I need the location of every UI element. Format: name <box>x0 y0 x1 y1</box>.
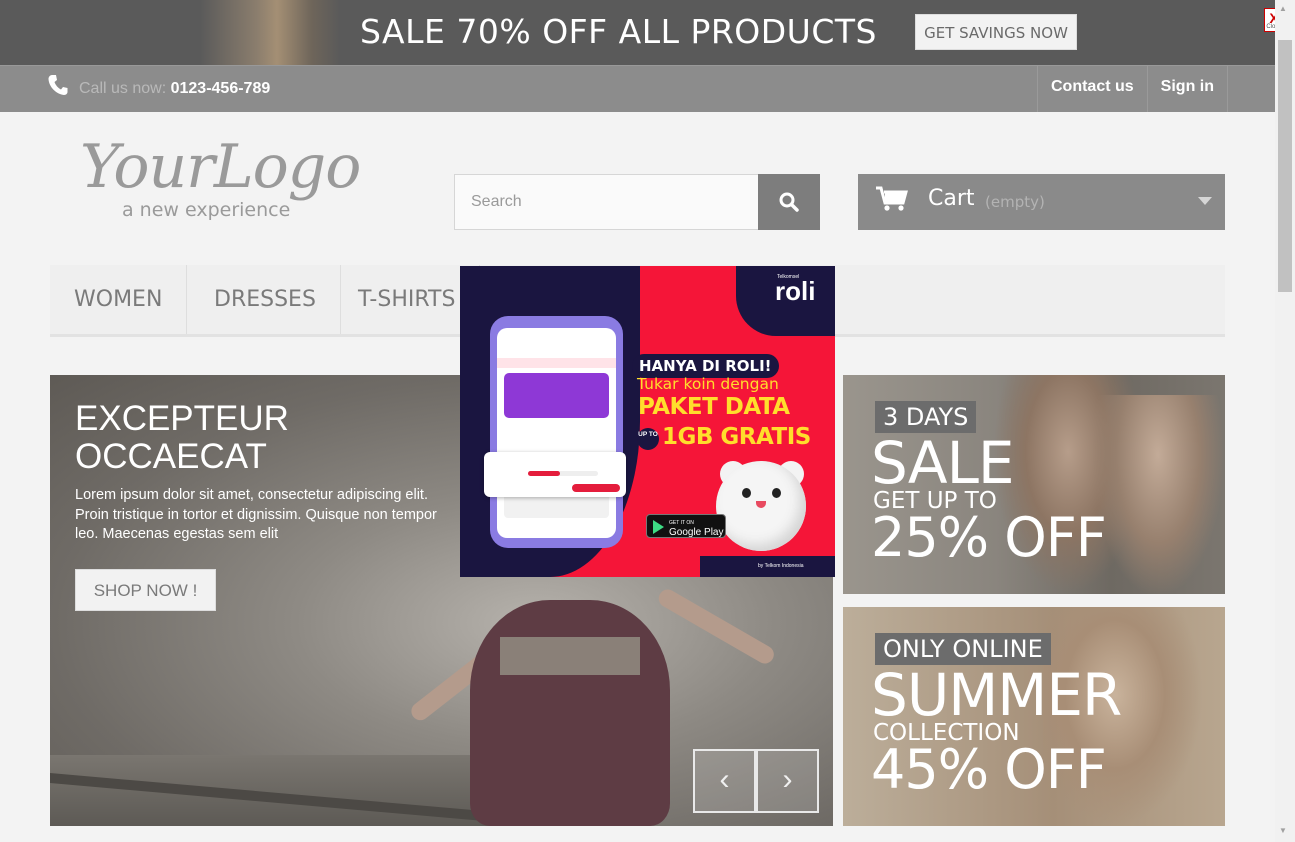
phone-icon <box>48 74 68 102</box>
call-prefix: Call us now: <box>79 80 167 97</box>
notification-progress-fill <box>528 471 560 476</box>
phone-screen <box>497 328 616 538</box>
screen-tabs <box>497 358 616 368</box>
shop-now-button[interactable]: SHOP NOW ! <box>75 569 216 611</box>
google-play-icon <box>653 520 664 534</box>
cart-icon <box>876 186 908 217</box>
store-name: Google Play <box>669 527 724 538</box>
promo-bar: SALE 70% OFF ALL PRODUCTS GET SAVINGS NO… <box>0 0 1275 65</box>
popup-line3: PAKET DATA <box>638 394 790 420</box>
menu-item-women[interactable]: WOMEN <box>50 265 188 334</box>
scrollbar-thumb[interactable] <box>1278 40 1292 292</box>
cart-status: (empty) <box>985 193 1045 211</box>
slider-text: Lorem ipsum dolor sit amet, consectetur … <box>75 487 437 542</box>
slider-title: EXCEPTEUR OCCAECAT <box>75 399 289 476</box>
popup-ad[interactable]: Telkomsel roli HANYA DI ROLI! Tukar koin… <box>460 266 835 577</box>
nav-links: Contact us Sign in <box>1037 65 1228 112</box>
notification-button <box>572 484 620 492</box>
search-button[interactable] <box>758 174 820 230</box>
promo-text: SALE 70% OFF ALL PRODUCTS <box>360 12 877 51</box>
contact-us-link[interactable]: Contact us <box>1038 65 1148 112</box>
banner-photo-woman <box>1093 395 1223 594</box>
google-play-badge[interactable]: GET IT ON Google Play <box>646 514 726 538</box>
sign-in-link[interactable]: Sign in <box>1148 65 1228 112</box>
scroll-up-icon[interactable]: ▲ <box>1279 4 1287 13</box>
promo-photo <box>200 0 340 65</box>
chevron-down-icon <box>1198 197 1212 205</box>
phone-number: 0123-456-789 <box>170 80 271 97</box>
popup-line2: Tukar koin dengan <box>637 375 779 393</box>
mascot-eye <box>742 488 751 498</box>
popup-footer: by Telkom Indonesia <box>758 563 804 569</box>
model-dress <box>470 600 670 826</box>
chevron-right-icon[interactable]: › <box>756 749 819 813</box>
menu-item-tshirts[interactable]: T-SHIRTS <box>334 265 481 334</box>
popup-upto-badge: UP TO <box>637 428 659 450</box>
promo-banner-sale[interactable]: 3 DAYS SALE GET UP TO 25% OFF <box>843 375 1225 594</box>
mascot-eye <box>772 488 781 498</box>
logo-tagline: a new experience <box>122 199 291 221</box>
promo-banner-summer[interactable]: ONLY ONLINE SUMMER COLLECTION 45% OFF <box>843 607 1225 826</box>
chevron-left-icon[interactable]: ‹ <box>693 749 756 813</box>
phone-notification <box>484 452 626 497</box>
search-icon <box>779 192 799 212</box>
cart-label: Cart <box>928 186 975 211</box>
popup-brand-logo: roli <box>775 276 816 306</box>
call-us: Call us now: 0123-456-789 <box>79 80 270 98</box>
banner-headline: SUMMER <box>871 661 1122 729</box>
banner-discount: 45% OFF <box>871 738 1107 801</box>
scroll-down-icon[interactable]: ▼ <box>1279 826 1287 835</box>
screen-card <box>504 373 609 418</box>
get-savings-button[interactable]: GET SAVINGS NOW <box>915 14 1077 50</box>
search-input[interactable] <box>454 174 759 230</box>
cart-button[interactable]: Cart (empty) <box>858 174 1225 230</box>
logo[interactable]: YourLogo <box>80 132 361 202</box>
model-belt <box>500 637 640 675</box>
menu-item-dresses[interactable]: DRESSES <box>190 265 341 334</box>
banner-headline: SALE <box>871 429 1015 497</box>
popup-line4: 1GB GRATIS <box>662 424 811 450</box>
banner-discount: 25% OFF <box>871 506 1107 569</box>
